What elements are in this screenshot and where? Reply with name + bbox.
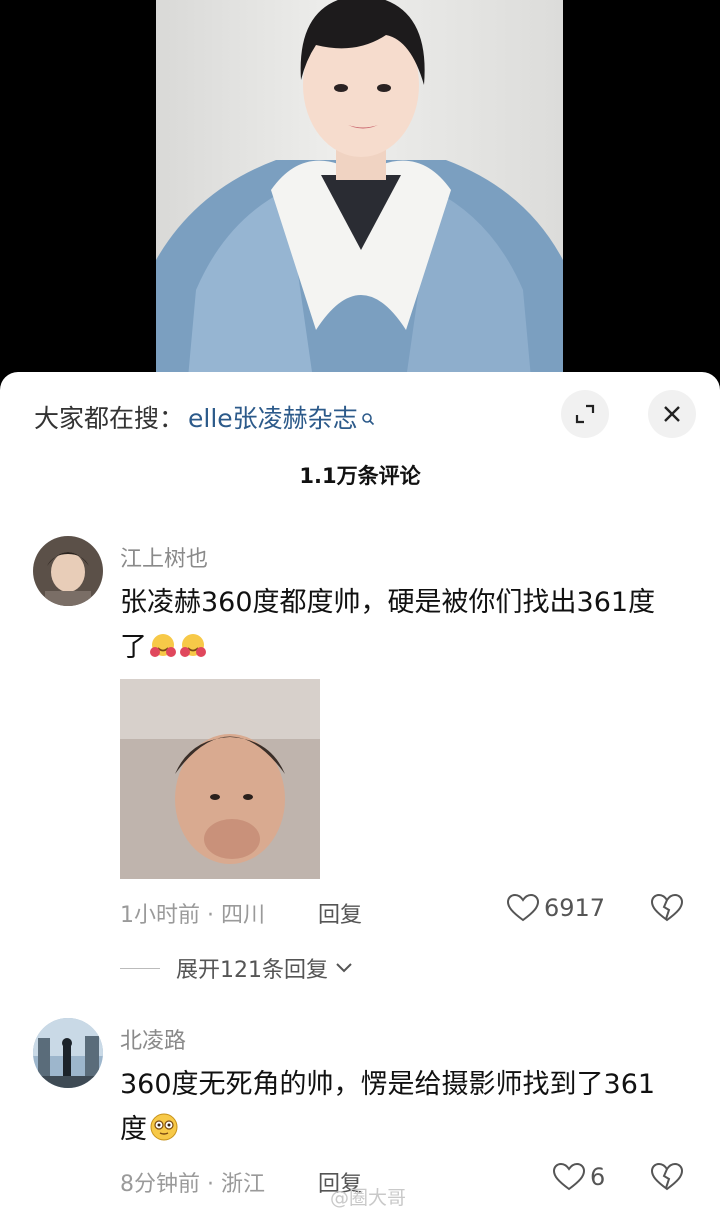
comment-username[interactable]: 江上树也 xyxy=(120,541,208,573)
trending-search-term[interactable]: elle张凌赫杂志 xyxy=(188,399,358,435)
chevron-down-icon xyxy=(336,963,352,973)
comment-count: 1.1万条评论 xyxy=(299,464,421,488)
expand-button[interactable] xyxy=(561,390,609,438)
hero-photo-illustration xyxy=(156,0,563,400)
expand-replies-button[interactable]: 展开121条回复 xyxy=(120,952,354,984)
avatar[interactable] xyxy=(33,536,103,606)
like-button[interactable]: 6917 xyxy=(506,893,605,923)
hugging-face-emoji xyxy=(179,629,207,674)
flushed-face-emoji xyxy=(149,1111,179,1156)
watermark: @圈大哥 xyxy=(330,1187,407,1209)
comment-image[interactable] xyxy=(120,679,320,879)
like-count: 6 xyxy=(590,1163,606,1191)
divider-line xyxy=(120,967,160,969)
avatar[interactable] xyxy=(33,1018,103,1088)
comment-time-location: 8分钟前 · 浙江 xyxy=(120,1172,265,1197)
comment-body: 360度无死角的帅，愣是给摄影师找到了361度 xyxy=(120,1069,656,1145)
like-count: 6917 xyxy=(544,894,606,922)
heart-icon xyxy=(552,1162,586,1191)
heart-icon xyxy=(506,893,540,922)
hugging-face-emoji xyxy=(149,629,177,674)
trending-search[interactable]: 大家都在搜： elle张凌赫杂志 xyxy=(34,397,375,437)
broken-heart-icon[interactable] xyxy=(650,893,684,923)
broken-heart-icon[interactable] xyxy=(650,1162,684,1192)
close-button[interactable] xyxy=(648,390,696,438)
expand-icon xyxy=(575,404,595,424)
hero-photo[interactable] xyxy=(156,0,563,400)
comment-time-location: 1小时前 · 四川 xyxy=(120,903,265,928)
comment-text: 360度无死角的帅，愣是给摄影师找到了361度 xyxy=(120,1062,680,1156)
reply-button[interactable]: 回复 xyxy=(318,897,362,929)
hero-image-area xyxy=(0,0,720,400)
like-button[interactable]: 6 xyxy=(552,1162,605,1192)
expand-replies-label: 展开121条回复 xyxy=(176,958,328,983)
search-icon[interactable] xyxy=(361,403,375,426)
close-icon xyxy=(664,406,680,422)
trending-search-label: 大家都在搜： xyxy=(34,404,185,433)
comment-username[interactable]: 北凌路 xyxy=(120,1023,186,1055)
comment-text: 张凌赫360度都度帅，硬是被你们找出361度了 xyxy=(120,580,680,674)
